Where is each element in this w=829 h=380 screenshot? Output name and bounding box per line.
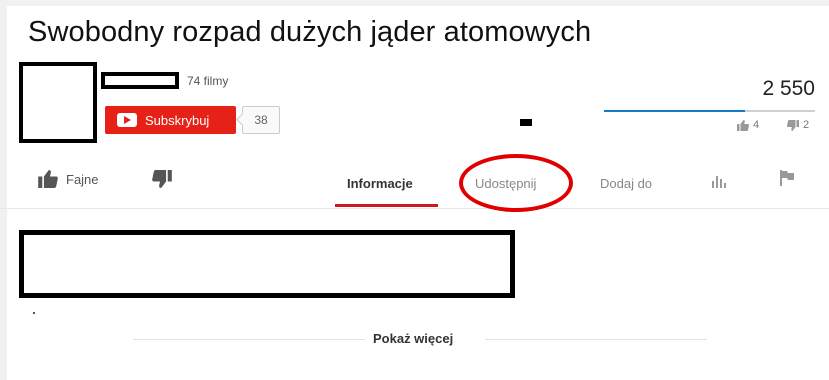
dislike-stat: 2 bbox=[787, 119, 809, 131]
active-tab-indicator bbox=[335, 204, 438, 207]
tab-informacje[interactable]: Informacje bbox=[347, 176, 413, 191]
subscriber-count: 38 bbox=[242, 106, 280, 134]
like-ratio-fill bbox=[604, 110, 746, 112]
tab-dodaj-do[interactable]: Dodaj do bbox=[600, 176, 652, 191]
dislike-button[interactable] bbox=[152, 170, 172, 188]
youtube-play-icon bbox=[117, 113, 137, 127]
thumbs-down-icon bbox=[787, 119, 799, 131]
tab-report[interactable] bbox=[780, 170, 794, 186]
dislike-count: 2 bbox=[803, 119, 810, 131]
bar-chart-icon bbox=[712, 174, 726, 188]
subscribe-label: Subskrybuj bbox=[145, 112, 210, 128]
left-border bbox=[0, 0, 7, 380]
thumbs-up-icon bbox=[737, 119, 749, 131]
like-count: 4 bbox=[753, 119, 760, 131]
channel-video-count[interactable]: 74 filmy bbox=[187, 74, 228, 88]
like-label: Fajne bbox=[66, 171, 99, 187]
channel-avatar-redacted[interactable] bbox=[19, 62, 97, 143]
video-title: Swobodny rozpad dużych jąder atomowych bbox=[28, 16, 592, 48]
redaction-mark bbox=[520, 119, 532, 126]
annotation-circle bbox=[459, 154, 573, 212]
show-more-rule-left bbox=[133, 339, 365, 340]
show-more-button[interactable]: Pokaż więcej bbox=[373, 331, 453, 346]
show-more-rule-right bbox=[485, 339, 707, 340]
like-button[interactable]: Fajne bbox=[38, 170, 99, 188]
thumbs-up-icon bbox=[38, 170, 58, 188]
like-stat: 4 bbox=[737, 119, 759, 131]
description-redacted bbox=[19, 230, 515, 298]
tab-statistics[interactable] bbox=[712, 174, 726, 188]
description-dot bbox=[33, 312, 35, 314]
flag-icon bbox=[780, 170, 794, 186]
channel-name-redacted[interactable] bbox=[101, 72, 179, 89]
thumbs-down-icon bbox=[152, 170, 172, 188]
subscribe-button[interactable]: Subskrybuj bbox=[105, 106, 236, 134]
top-border bbox=[0, 0, 829, 6]
tabs-divider bbox=[0, 208, 829, 209]
like-ratio-bar bbox=[604, 110, 815, 112]
view-count: 2 550 bbox=[762, 77, 815, 100]
